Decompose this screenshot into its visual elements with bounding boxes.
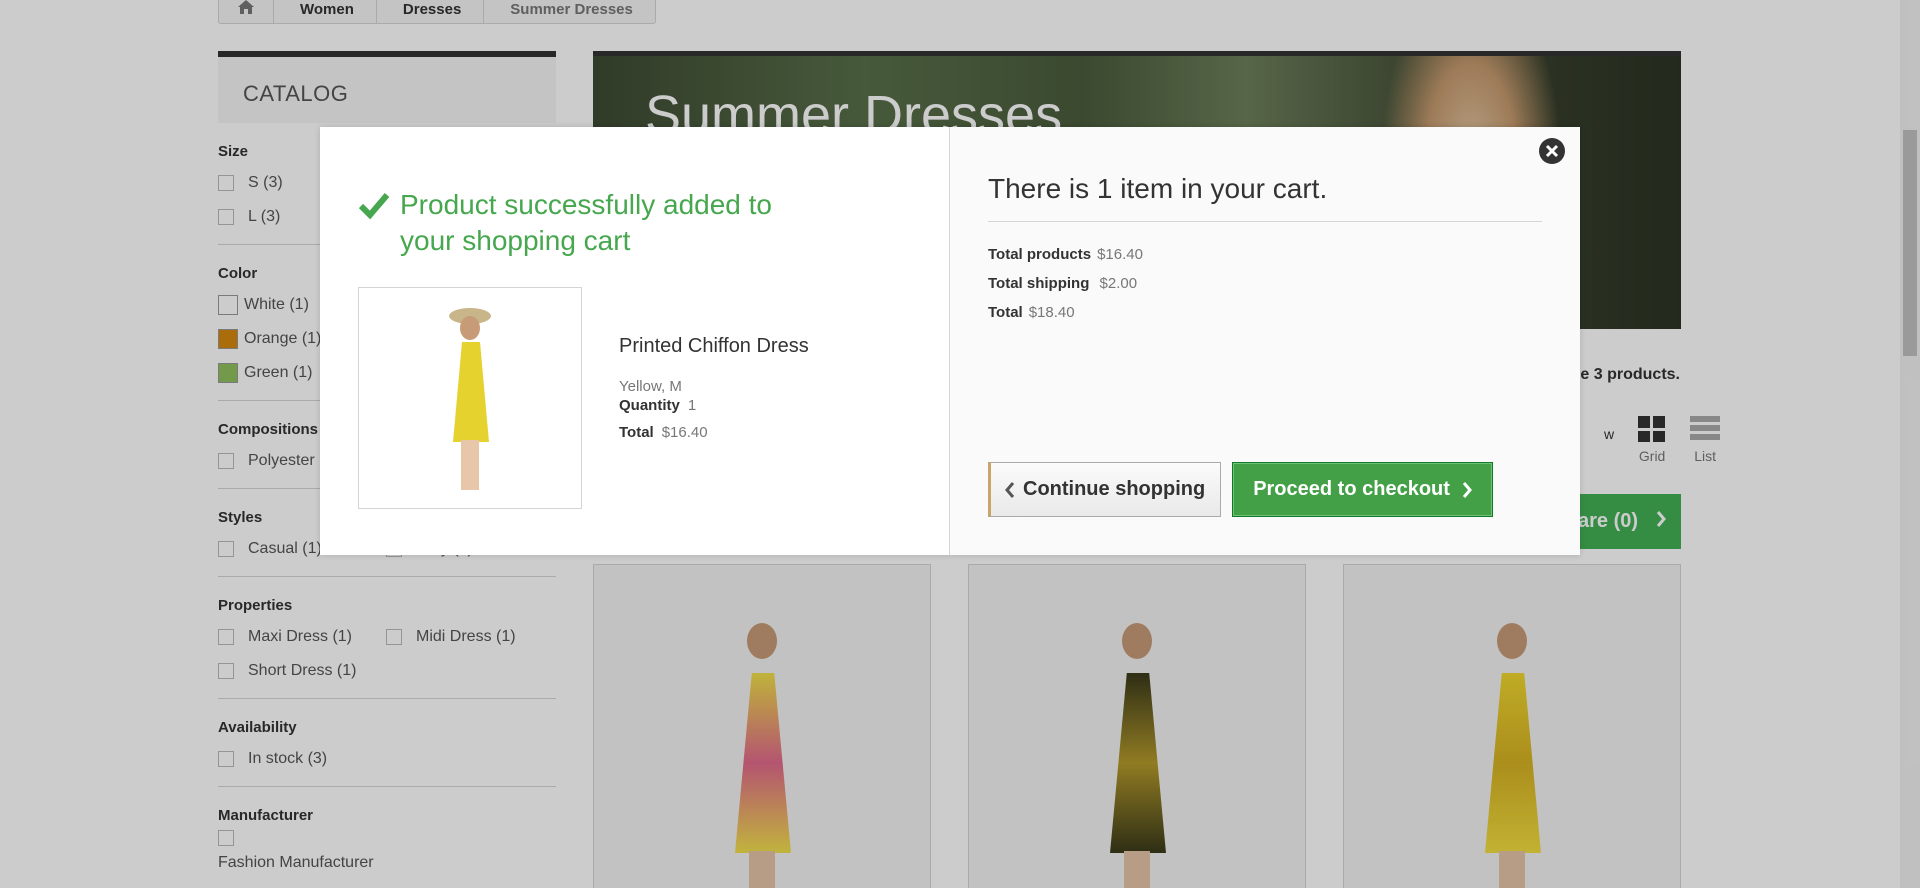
modal-product-panel: Product successfully added to your shopp… — [320, 127, 950, 555]
product-total: Total $16.40 — [619, 424, 708, 441]
total-products: Total products $16.40 — [988, 246, 1143, 263]
total-shipping: Total shipping $2.00 — [988, 275, 1138, 292]
cart-total: Total $18.40 — [988, 304, 1075, 321]
product-quantity: Quantity 1 — [619, 397, 697, 414]
cart-totals: Total products $16.40 Total shipping $2.0… — [988, 246, 1542, 321]
product-thumbnail — [358, 287, 582, 509]
success-message: Product successfully added to your shopp… — [358, 187, 949, 259]
close-icon[interactable] — [1538, 137, 1566, 165]
continue-shopping-button[interactable]: Continue shopping — [988, 462, 1222, 517]
product-info: Printed Chiffon Dress Yellow, M Quantity… — [582, 287, 809, 509]
modal-actions: Continue shopping Proceed to checkout — [988, 462, 1493, 517]
product-name: Printed Chiffon Dress — [619, 335, 809, 357]
modal-cart-panel: There is 1 item in your cart. Total prod… — [950, 127, 1580, 555]
proceed-to-checkout-button[interactable]: Proceed to checkout — [1232, 462, 1493, 517]
modal-product: Printed Chiffon Dress Yellow, M Quantity… — [358, 287, 949, 509]
add-to-cart-modal: Product successfully added to your shopp… — [320, 127, 1580, 555]
chevron-right-icon — [1462, 481, 1472, 498]
product-attributes: Yellow, M — [619, 378, 682, 395]
check-icon — [358, 193, 390, 220]
cart-count: There is 1 item in your cart. — [988, 173, 1542, 222]
chevron-left-icon — [1005, 481, 1015, 498]
